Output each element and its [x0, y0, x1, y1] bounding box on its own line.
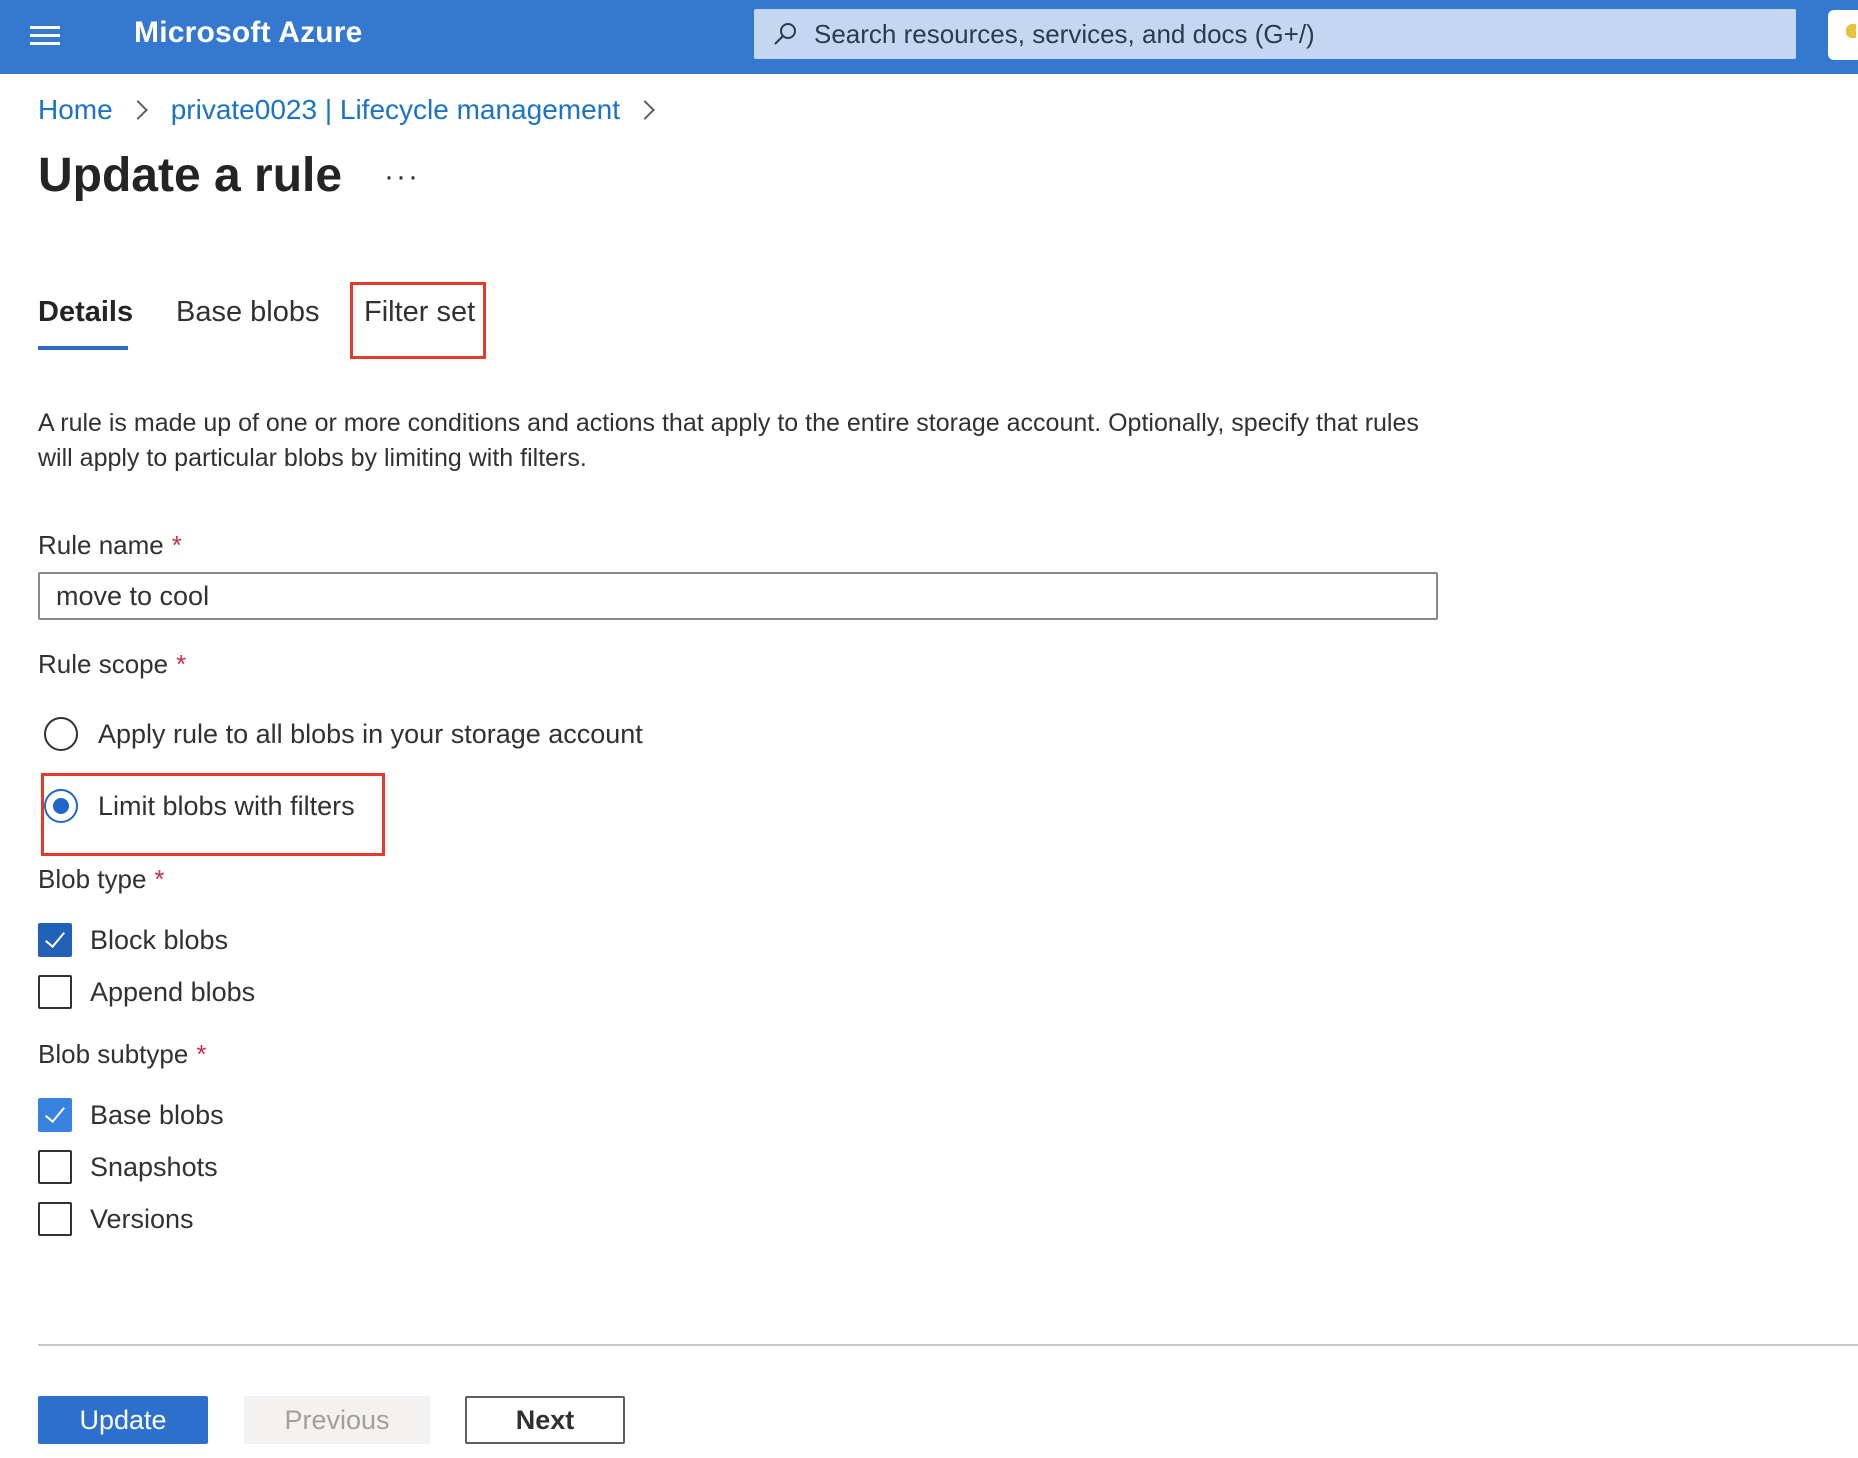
more-options-icon[interactable]: ···	[384, 160, 420, 194]
checkbox-snapshots[interactable]: Snapshots	[38, 1149, 218, 1185]
chevron-right-icon	[635, 100, 655, 120]
radio-apply-all-blobs[interactable]: Apply rule to all blobs in your storage …	[44, 714, 643, 754]
description-text: A rule is made up of one or more conditi…	[38, 409, 1419, 472]
account-avatar[interactable]	[1828, 10, 1858, 60]
rule-scope-label: Rule scope *	[38, 649, 186, 680]
required-mark: *	[171, 530, 182, 560]
search-placeholder: Search resources, services, and docs (G+…	[814, 19, 1315, 49]
previous-button: Previous	[244, 1396, 430, 1444]
page-title: Update a rule	[38, 149, 343, 202]
checkbox-label: Append blobs	[90, 976, 256, 1007]
blob-subtype-label: Blob subtype *	[38, 1039, 206, 1070]
checkbox-label: Base blobs	[90, 1099, 224, 1130]
checkbox-base-blobs[interactable]: Base blobs	[38, 1097, 224, 1133]
chevron-right-icon	[127, 100, 148, 120]
tab-active-indicator	[38, 346, 128, 350]
checkbox-label: Block blobs	[90, 924, 229, 955]
checkbox-label: Snapshots	[90, 1151, 218, 1182]
tab-base-blobs[interactable]: Base blobs	[176, 296, 320, 329]
breadcrumb-home[interactable]: Home	[38, 94, 113, 126]
footer-divider	[38, 1344, 1858, 1346]
blob-type-label: Blob type *	[38, 864, 165, 895]
search-icon	[774, 23, 796, 45]
checkbox-checked[interactable]	[38, 923, 72, 957]
next-button[interactable]: Next	[465, 1396, 625, 1444]
checkbox-label: Versions	[90, 1203, 194, 1234]
top-bar: Microsoft Azure Search resources, servic…	[0, 0, 1858, 74]
blob-type-label-text: Blob type	[38, 864, 147, 894]
blob-subtype-label-text: Blob subtype	[38, 1039, 189, 1069]
checkbox-unchecked[interactable]	[38, 1150, 72, 1184]
required-mark: *	[154, 864, 165, 894]
brand-title[interactable]: Microsoft Azure	[134, 16, 363, 50]
rule-name-input[interactable]	[38, 572, 1438, 620]
radio-button[interactable]	[44, 717, 78, 751]
checkbox-unchecked[interactable]	[38, 1202, 72, 1236]
rule-name-label-text: Rule name	[38, 530, 164, 560]
rule-name-label: Rule name *	[38, 530, 182, 561]
radio-label: Apply rule to all blobs in your storage …	[98, 718, 643, 749]
breadcrumb-lifecycle-management[interactable]: private0023 | Lifecycle management	[171, 94, 620, 126]
checkbox-block-blobs[interactable]: Block blobs	[38, 922, 228, 958]
checkbox-unchecked[interactable]	[38, 975, 72, 1009]
rule-scope-label-text: Rule scope	[38, 649, 169, 679]
checkbox-checked[interactable]	[38, 1098, 72, 1132]
required-mark: *	[176, 649, 187, 679]
tab-details[interactable]: Details	[38, 296, 133, 329]
update-button[interactable]: Update	[38, 1396, 208, 1444]
checkbox-versions[interactable]: Versions	[38, 1201, 194, 1237]
highlight-box-filter-set	[350, 282, 486, 359]
highlight-box-limit-blobs	[41, 773, 385, 856]
required-mark: *	[196, 1039, 207, 1069]
menu-icon[interactable]	[30, 22, 62, 50]
checkbox-append-blobs[interactable]: Append blobs	[38, 974, 255, 1010]
breadcrumb: Home private0023 | Lifecycle management	[38, 92, 678, 128]
search-box[interactable]: Search resources, services, and docs (G+…	[754, 9, 1796, 59]
